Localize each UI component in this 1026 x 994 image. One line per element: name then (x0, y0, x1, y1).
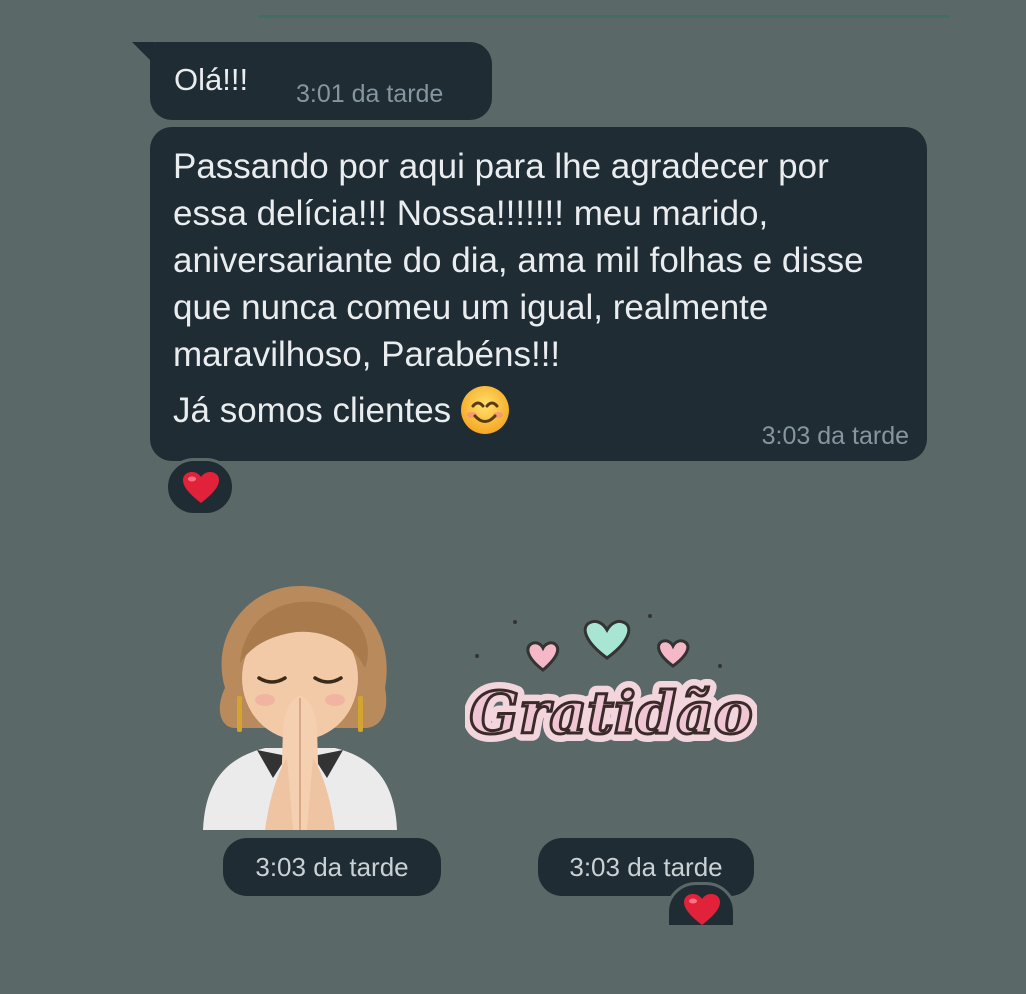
message-text: Passando por aqui para lhe agradecer por… (173, 143, 908, 436)
heart-icon (183, 472, 219, 503)
gratidao-text-fill: Gratidão (469, 679, 752, 747)
reaction-badge[interactable] (165, 458, 235, 516)
message-bubble[interactable]: Passando por aqui para lhe agradecer por… (150, 127, 927, 461)
message-text-body: Passando por aqui para lhe agradecer por… (173, 147, 864, 374)
heart-icon (684, 894, 720, 925)
reaction-badge[interactable] (666, 882, 736, 928)
message-timestamp: 3:03 da tarde (761, 422, 909, 450)
gratidao-sticker[interactable]: Gratidão Gratidão (465, 608, 757, 773)
message-timestamp: 3:01 da tarde (296, 80, 444, 108)
message-text-closing-label: Já somos clientes (173, 391, 452, 430)
praying-avatar-sticker[interactable] (195, 578, 405, 830)
smiling-face-emoji-icon (461, 386, 510, 434)
message-text: Olá!!! (174, 62, 249, 97)
sticker-timestamp: 3:03 da tarde (223, 838, 441, 896)
message-bubble[interactable]: Olá!!! 3:01 da tarde (150, 42, 492, 120)
divider-line (258, 15, 950, 18)
